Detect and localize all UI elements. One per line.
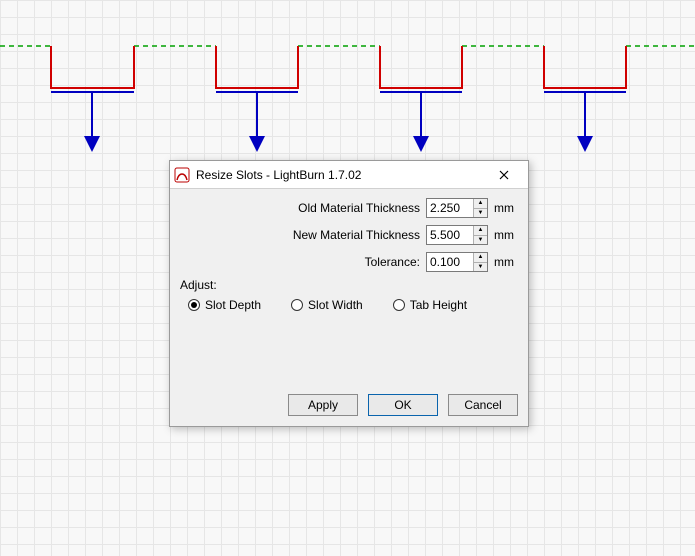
- spin-down-icon[interactable]: ▼: [474, 209, 487, 218]
- old-thickness-input[interactable]: [427, 199, 473, 217]
- radio-label-tab-height: Tab Height: [410, 298, 467, 312]
- tolerance-input[interactable]: [427, 253, 473, 271]
- row-old-thickness: Old Material Thickness ▲ ▼ mm: [180, 197, 518, 219]
- dialog-title: Resize Slots - LightBurn 1.7.02: [196, 168, 484, 182]
- close-icon: [499, 170, 509, 180]
- radio-tab-height[interactable]: Tab Height: [393, 298, 467, 312]
- tolerance-spinner[interactable]: ▲ ▼: [426, 252, 488, 272]
- radio-icon: [291, 299, 303, 311]
- spin-down-icon[interactable]: ▼: [474, 236, 487, 245]
- radio-slot-width[interactable]: Slot Width: [291, 298, 363, 312]
- dialog-body: Old Material Thickness ▲ ▼ mm New Materi…: [170, 189, 528, 386]
- titlebar[interactable]: Resize Slots - LightBurn 1.7.02: [170, 161, 528, 189]
- unit-old-thickness: mm: [494, 201, 518, 215]
- label-tolerance: Tolerance:: [365, 255, 420, 269]
- cancel-button[interactable]: Cancel: [448, 394, 518, 416]
- row-tolerance: Tolerance: ▲ ▼ mm: [180, 251, 518, 273]
- apply-button[interactable]: Apply: [288, 394, 358, 416]
- spin-up-icon[interactable]: ▲: [474, 226, 487, 236]
- radio-label-slot-width: Slot Width: [308, 298, 363, 312]
- spin-up-icon[interactable]: ▲: [474, 253, 487, 263]
- row-new-thickness: New Material Thickness ▲ ▼ mm: [180, 224, 518, 246]
- radio-icon: [393, 299, 405, 311]
- radio-slot-depth[interactable]: Slot Depth: [188, 298, 261, 312]
- radio-label-slot-depth: Slot Depth: [205, 298, 261, 312]
- dialog-buttons: Apply OK Cancel: [170, 386, 528, 426]
- ok-button[interactable]: OK: [368, 394, 438, 416]
- old-thickness-spinner[interactable]: ▲ ▼: [426, 198, 488, 218]
- unit-new-thickness: mm: [494, 228, 518, 242]
- unit-tolerance: mm: [494, 255, 518, 269]
- resize-slots-dialog: Resize Slots - LightBurn 1.7.02 Old Mate…: [169, 160, 529, 427]
- label-new-thickness: New Material Thickness: [293, 228, 420, 242]
- new-thickness-spinner[interactable]: ▲ ▼: [426, 225, 488, 245]
- radio-icon: [188, 299, 200, 311]
- adjust-radio-group: Slot Depth Slot Width Tab Height: [180, 298, 518, 312]
- app-icon: [174, 167, 190, 183]
- spin-up-icon[interactable]: ▲: [474, 199, 487, 209]
- label-old-thickness: Old Material Thickness: [298, 201, 420, 215]
- adjust-label: Adjust:: [180, 278, 518, 292]
- close-button[interactable]: [484, 163, 524, 187]
- new-thickness-input[interactable]: [427, 226, 473, 244]
- spin-down-icon[interactable]: ▼: [474, 263, 487, 272]
